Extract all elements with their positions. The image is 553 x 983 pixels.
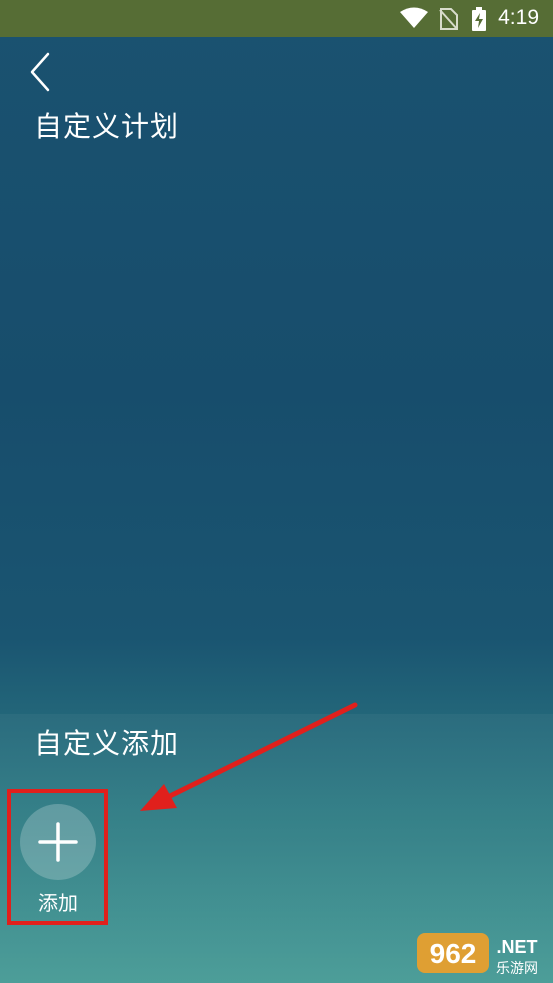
- status-time: 4:19: [498, 6, 539, 29]
- highlight-box: [7, 789, 108, 925]
- status-bar: 4:19: [0, 0, 553, 37]
- watermark-suffix: .NET: [496, 937, 537, 957]
- watermark-logo: 962 .NET 乐游网: [413, 929, 547, 979]
- wifi-icon: [400, 7, 428, 28]
- watermark-brand: 962: [430, 938, 477, 969]
- custom-add-section-title: 自定义添加: [34, 727, 180, 760]
- back-button[interactable]: [22, 50, 62, 94]
- page-title: 自定义计划: [34, 110, 180, 143]
- chevron-left-icon: [30, 52, 50, 92]
- watermark-subtitle: 乐游网: [496, 961, 538, 977]
- no-sim-icon: [439, 8, 458, 30]
- custom-plan-screen: 4:19 自定义计划 自定义添加 添加 962 .NET 乐游网: [0, 0, 553, 983]
- battery-charging-icon: [472, 7, 486, 31]
